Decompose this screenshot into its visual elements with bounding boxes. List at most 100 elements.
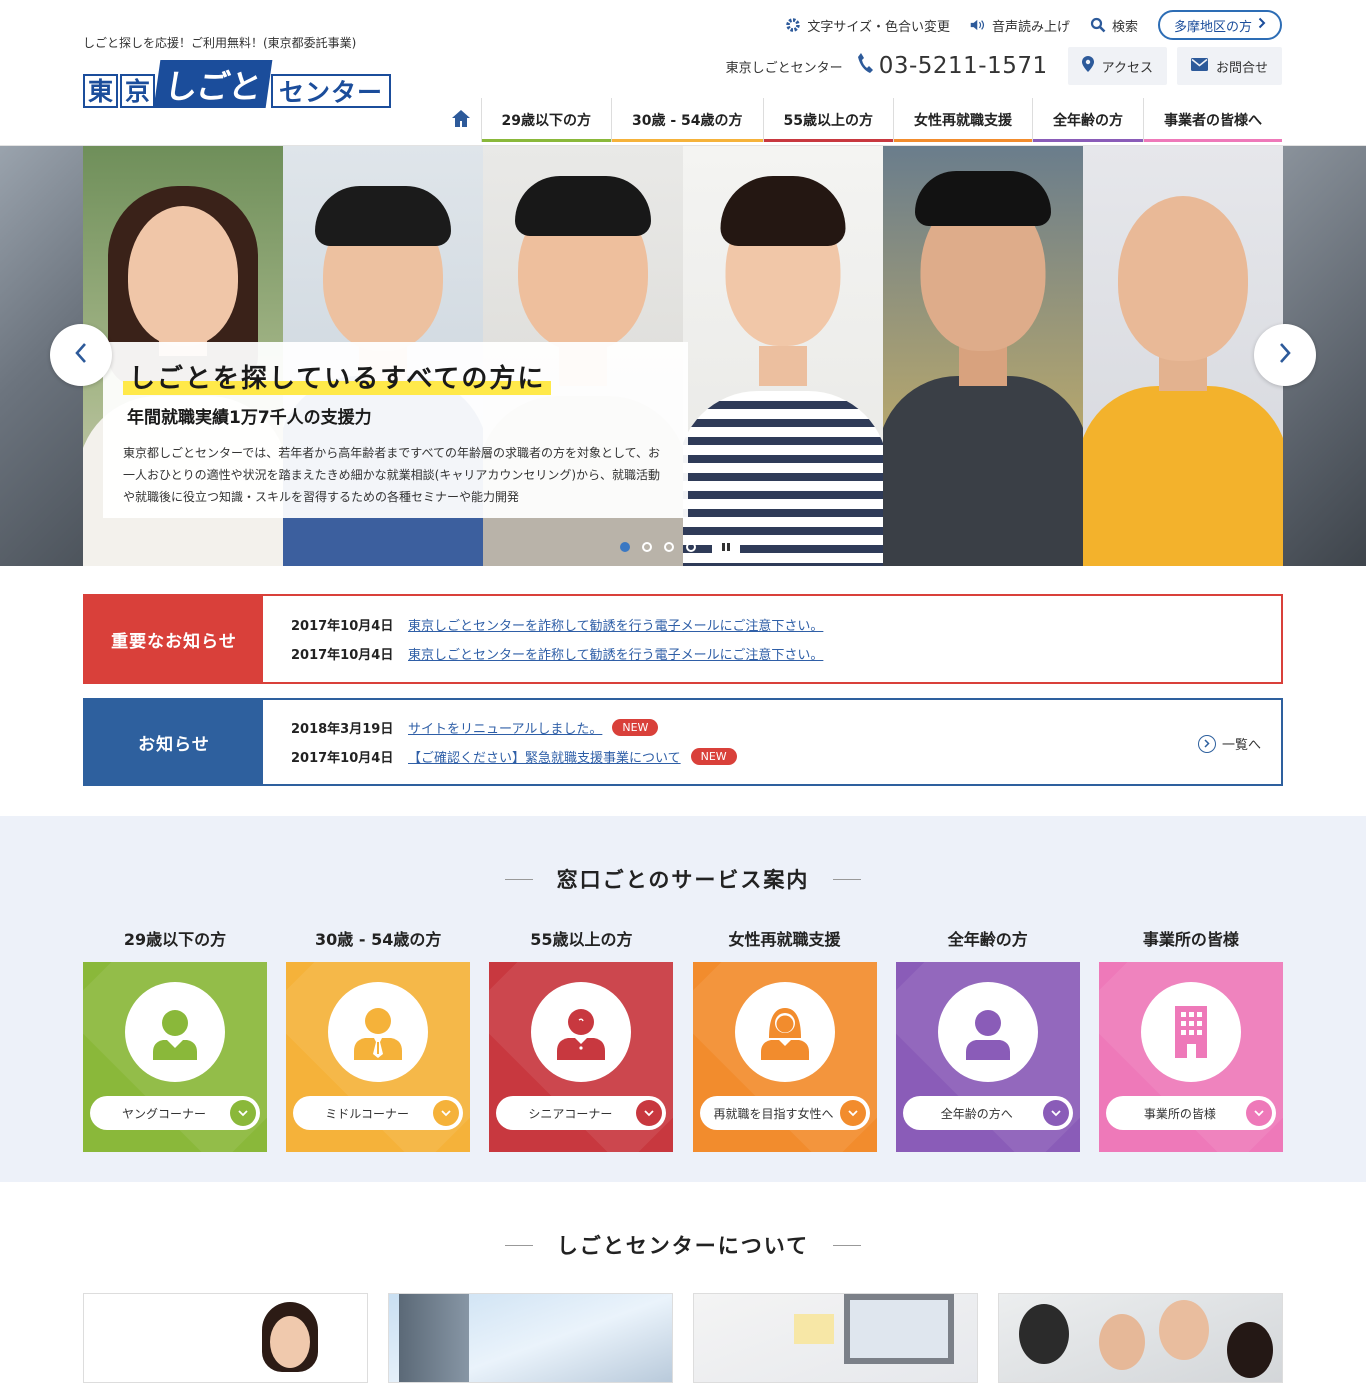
service-middle: 30歳 - 54歳の方 ミドルコーナー	[286, 926, 471, 1152]
nav-over-55[interactable]: 55歳以上の方	[762, 98, 894, 142]
nav-home[interactable]	[441, 98, 481, 142]
about-photo-building	[399, 1294, 469, 1382]
service-name: 女性再就職支援	[728, 930, 841, 949]
news-list-link[interactable]: 一覧へ	[1197, 734, 1261, 753]
chevron-down-icon	[433, 1100, 460, 1126]
news-notices: お知らせ 2018年3月19日 サイトをリニューアルしました。 NEW 2017…	[83, 698, 1283, 786]
service-name: 事業所の皆様	[1142, 930, 1239, 949]
service-pill: 全年齢の方へ	[902, 1096, 1073, 1130]
chevron-left-icon	[74, 342, 88, 368]
about-card-2[interactable]	[388, 1293, 673, 1383]
notice-link[interactable]: 【ご確認ください】緊急就職支援事業について	[408, 747, 681, 766]
font-color-settings-link[interactable]: 文字サイズ・色合い変更	[785, 16, 950, 35]
contact-row: 東京しごとセンター 03-5211-1571 アクセス お問合せ	[726, 47, 1282, 85]
logo-char-2: 京	[120, 74, 156, 108]
site-logo[interactable]: 東 京 しごと センター	[83, 60, 392, 108]
person-icon	[125, 982, 225, 1082]
hero-slider: しごとを探しているすべての方に 年間就職実績1万7千人の支援力 東京都しごとセン…	[0, 146, 1366, 566]
utility-bar: 文字サイズ・色合い変更 音声読み上げ 検索 多摩地区の方	[785, 10, 1282, 40]
service-card-young[interactable]: ヤングコーナー	[83, 962, 267, 1152]
nav-women-reemployment[interactable]: 女性再就職支援	[893, 98, 1032, 142]
important-notices: 重要なお知らせ 2017年10月4日 東京しごとセンターを詐称して勧誘を行う電子…	[83, 594, 1283, 684]
notice-date: 2018年3月19日	[291, 722, 394, 737]
service-pill-label: 事業所の皆様	[1143, 1106, 1216, 1121]
service-card-middle[interactable]: ミドルコーナー	[286, 962, 471, 1152]
notice-date: 2017年10月4日	[291, 648, 394, 663]
service-card-women[interactable]: 再就職を目指す女性へ	[692, 962, 877, 1152]
service-card-all-ages[interactable]: 全年齢の方へ	[895, 962, 1080, 1152]
slider-dot-2[interactable]	[642, 542, 652, 552]
businessman-icon	[328, 982, 429, 1082]
slider-dot-4[interactable]	[686, 542, 696, 552]
tagline: しごと探しを応援！ご利用無料！(東京都委託事業)	[83, 36, 357, 50]
access-button[interactable]: アクセス	[1067, 47, 1167, 85]
notice-link[interactable]: 東京しごとセンターを詐称して勧誘を行う電子メールにご注意下さい。	[408, 615, 823, 634]
senior-icon	[531, 982, 632, 1082]
tama-label: 多摩地区の方	[1173, 19, 1252, 35]
service-pill: シニアコーナー	[496, 1096, 667, 1130]
list-item: 2017年10月4日 【ご確認ください】緊急就職支援事業について NEW	[291, 747, 1253, 766]
service-employers: 事業所の皆様 事業所の皆様	[1098, 926, 1283, 1152]
about-card-4[interactable]	[998, 1293, 1283, 1383]
speaker-icon	[970, 17, 986, 33]
about-photo-person-3	[1159, 1300, 1209, 1360]
service-name: 全年齢の方	[947, 930, 1028, 949]
service-pill-label: シニアコーナー	[528, 1106, 613, 1121]
about-title-text: しごとセンターについて	[556, 1234, 810, 1258]
tama-area-button[interactable]: 多摩地区の方	[1157, 10, 1282, 40]
nav-30-54[interactable]: 30歳 - 54歳の方	[610, 98, 763, 142]
service-card-senior[interactable]: シニアコーナー	[489, 962, 674, 1152]
slider-dot-1[interactable]	[620, 542, 630, 552]
nav-under-29[interactable]: 29歳以下の方	[480, 98, 612, 142]
new-badge: NEW	[612, 719, 659, 736]
news-notices-label: お知らせ	[85, 700, 263, 784]
chevron-down-icon	[230, 1100, 256, 1126]
service-pill-label: ヤングコーナー	[121, 1106, 206, 1121]
contact-label: お問合せ	[1215, 60, 1268, 76]
news-list-label: 一覧へ	[1221, 738, 1261, 753]
service-all-ages: 全年齢の方 全年齢の方へ	[895, 926, 1080, 1152]
hero-subtitle: 年間就職実績1万7千人の支援力	[127, 408, 372, 428]
service-pill-label: 再就職を目指す女性へ	[713, 1106, 834, 1121]
important-notices-label: 重要なお知らせ	[85, 596, 263, 682]
search-label: 検索	[1111, 19, 1138, 35]
notice-link[interactable]: 東京しごとセンターを詐称して勧誘を行う電子メールにご注意下さい。	[408, 644, 823, 663]
pause-icon-bar	[727, 543, 730, 551]
slider-next-button[interactable]	[1254, 324, 1316, 386]
search-icon	[1090, 17, 1106, 33]
title-divider	[833, 878, 862, 880]
about-photo-person-1	[1019, 1304, 1069, 1364]
site-header: しごと探しを応援！ご利用無料！(東京都委託事業) 東 京 しごと センター 文字…	[0, 0, 1366, 146]
logo-char-1: 東	[83, 74, 119, 108]
about-card-1[interactable]	[83, 1293, 368, 1383]
service-senior: 55歳以上の方 シニアコーナー	[489, 926, 674, 1152]
title-divider	[833, 1244, 862, 1246]
about-photo-person-2	[1099, 1314, 1145, 1370]
notice-link[interactable]: サイトをリニューアルしました。	[408, 718, 602, 737]
list-item: 2017年10月4日 東京しごとセンターを詐称して勧誘を行う電子メールにご注意下…	[291, 615, 1253, 634]
hero-photo-man-3	[883, 146, 1083, 566]
about-card-grid	[83, 1293, 1283, 1383]
contact-button[interactable]: お問合せ	[1176, 47, 1282, 85]
service-name: 55歳以上の方	[530, 930, 633, 949]
new-badge: NEW	[690, 748, 737, 765]
chevron-right-icon	[1278, 342, 1292, 368]
service-pill-label: 全年齢の方へ	[940, 1106, 1013, 1121]
chevron-down-icon	[1245, 1100, 1272, 1126]
chevron-down-icon	[1042, 1100, 1069, 1126]
slider-dot-3[interactable]	[664, 542, 674, 552]
map-pin-icon	[1081, 56, 1094, 76]
search-link[interactable]: 検索	[1090, 16, 1138, 35]
slider-prev-button[interactable]	[50, 324, 112, 386]
nav-employers[interactable]: 事業者の皆様へ	[1143, 98, 1282, 142]
nav-all-ages[interactable]: 全年齢の方	[1032, 98, 1143, 142]
pause-icon-bar	[722, 543, 725, 551]
phone-number-link[interactable]: 03-5211-1571	[857, 52, 1048, 80]
list-item: 2018年3月19日 サイトをリニューアルしました。 NEW	[291, 718, 1253, 737]
service-card-employers[interactable]: 事業所の皆様	[1098, 962, 1283, 1152]
about-card-3[interactable]	[693, 1293, 978, 1383]
slider-pause-button[interactable]	[712, 538, 740, 556]
woman-icon	[734, 982, 835, 1082]
logo-center: センター	[271, 74, 392, 108]
voice-readout-link[interactable]: 音声読み上げ	[970, 16, 1070, 35]
